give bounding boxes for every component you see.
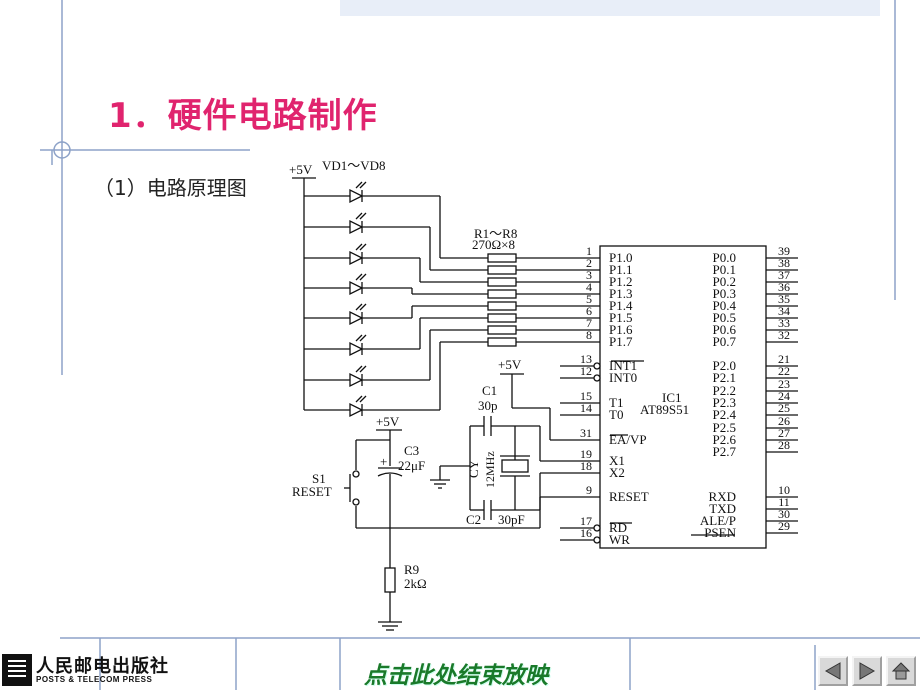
- left-pin-number: 16: [580, 526, 592, 540]
- left-pin-name: P1.7: [609, 334, 633, 349]
- c2-value: 30pF: [498, 512, 525, 527]
- left-pin-number: 14: [580, 401, 592, 415]
- left-pin-name: EA/VP: [609, 432, 647, 447]
- vcc-reset-label: +5V: [376, 414, 400, 429]
- left-pin-name: WR: [609, 532, 630, 547]
- right-pin-number: 28: [778, 438, 790, 452]
- left-pin-number: 12: [580, 364, 592, 378]
- right-pin-number: 29: [778, 519, 790, 533]
- cy-value: 12MHz: [483, 451, 497, 488]
- s1-name: RESET: [292, 484, 332, 499]
- right-pin-name: P2.7: [713, 444, 737, 459]
- right-pin-name: P0.7: [713, 334, 737, 349]
- end-show-link[interactable]: 点击此处结束放映: [364, 656, 548, 690]
- right-pin-number: 22: [778, 364, 790, 378]
- c1-value: 30p: [478, 398, 498, 413]
- r9-label: R9: [404, 562, 419, 577]
- home-button[interactable]: [886, 656, 916, 686]
- left-pin-number: 9: [586, 483, 592, 497]
- prev-arrow-icon: [824, 662, 841, 680]
- resistor: [487, 301, 517, 311]
- led-icon: [349, 188, 364, 204]
- c3-value: 22μF: [398, 458, 425, 473]
- publisher-logo: 人民邮电出版社 POSTS & TELECOM PRESS: [0, 652, 170, 690]
- resistor: [487, 325, 517, 335]
- resistor: [487, 289, 517, 299]
- circuit-schematic: 1 P1.02 P1.13 P1.24 P1.35 P1.46 P1.57 P1.68 P1.7…: [289, 158, 798, 631]
- led-icon: [349, 310, 364, 326]
- led-icon: [349, 372, 364, 388]
- led-icon: [349, 219, 364, 235]
- publisher-logo-icon: [2, 654, 32, 686]
- c3-plus: +: [380, 454, 387, 469]
- r9-value: 2kΩ: [404, 576, 427, 591]
- right-pin-name: PSEN: [704, 525, 736, 540]
- chip-model: AT89S51: [640, 402, 689, 417]
- led-icon: [349, 280, 364, 296]
- left-pin-number: 8: [586, 328, 592, 342]
- c1-label: C1: [482, 383, 497, 398]
- res-value: 270Ω×8: [472, 237, 515, 252]
- publisher-name-en: POSTS & TELECOM PRESS: [36, 675, 153, 684]
- resistor: [487, 337, 517, 347]
- cy-label: CY: [466, 459, 481, 478]
- home-icon: [891, 662, 911, 680]
- resistor: [487, 313, 517, 323]
- prev-slide-button[interactable]: [818, 656, 848, 686]
- led-icon: [349, 341, 364, 357]
- right-pin-number: 25: [778, 401, 790, 415]
- left-pin-name: INT0: [609, 370, 637, 385]
- right-pin-number: 32: [778, 328, 790, 342]
- leds-label: VD1～VD8: [322, 158, 386, 173]
- left-pin-number: 18: [580, 459, 592, 473]
- resistor: [487, 253, 517, 263]
- left-pin-name: X2: [609, 465, 625, 480]
- led-icon: [349, 250, 364, 266]
- left-pin-name: RESET: [609, 489, 649, 504]
- left-pin-number: 31: [580, 426, 592, 440]
- led-icon: [349, 402, 364, 418]
- resistor: [487, 265, 517, 275]
- next-arrow-icon: [859, 662, 876, 680]
- vcc-ea-label: +5V: [498, 357, 522, 372]
- c3-label: C3: [404, 443, 419, 458]
- c2-label: C2: [466, 512, 481, 527]
- left-pin-name: T0: [609, 407, 623, 422]
- vcc-top-label: +5V: [289, 162, 313, 177]
- resistor: [487, 277, 517, 287]
- next-slide-button[interactable]: [852, 656, 882, 686]
